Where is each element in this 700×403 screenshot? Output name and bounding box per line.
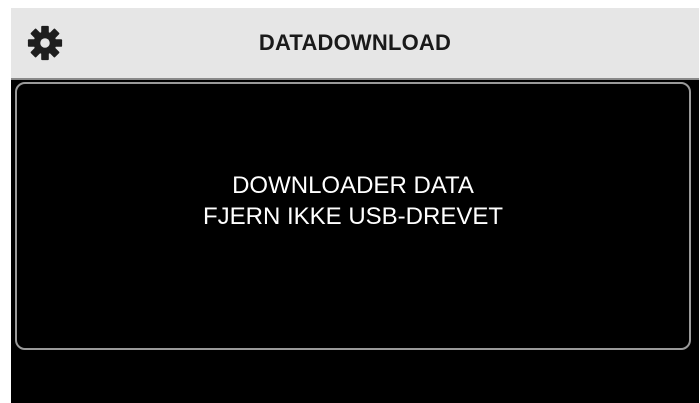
header-bar: DATADOWNLOAD [11,8,699,80]
app-screen: DATADOWNLOAD DOWNLOADER DATA FJERN IKKE … [0,0,700,403]
status-message: DOWNLOADER DATA FJERN IKKE USB-DREVET [17,170,689,232]
device-display: DATADOWNLOAD DOWNLOADER DATA FJERN IKKE … [11,8,699,403]
status-message-panel: DOWNLOADER DATA FJERN IKKE USB-DREVET [15,82,691,350]
status-message-line-1: DOWNLOADER DATA [232,172,474,199]
page-title: DATADOWNLOAD [258,30,452,55]
status-message-line-2: FJERN IKKE USB-DREVET [202,203,504,230]
